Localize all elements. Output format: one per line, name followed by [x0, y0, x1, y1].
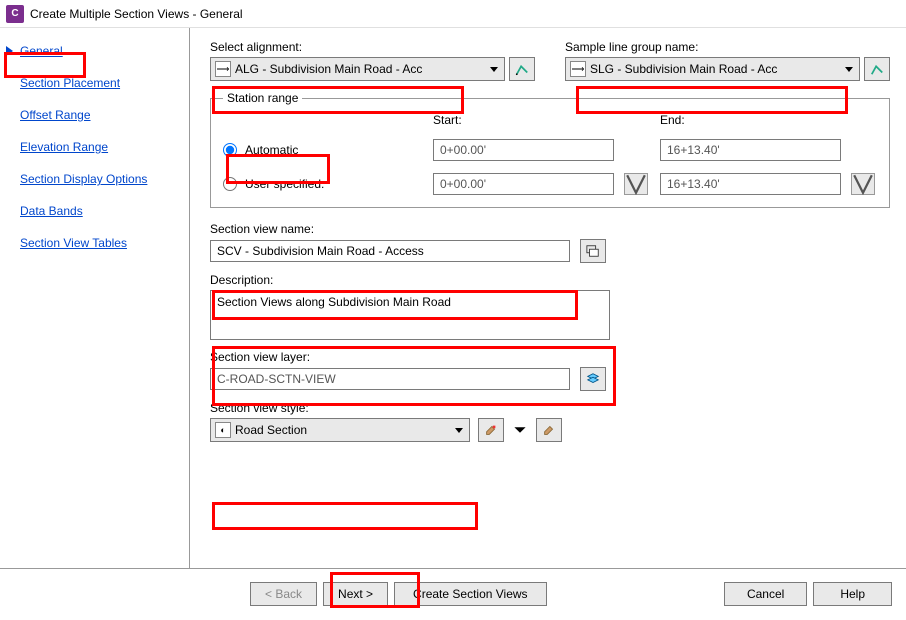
alignment-icon: ⟶ [215, 61, 231, 77]
wizard-sidebar: General Section Placement Offset Range E… [0, 28, 190, 568]
section-view-style-label: Section view style: [210, 401, 890, 415]
nav-general[interactable]: General [4, 38, 189, 64]
station-range-legend: Station range [223, 91, 302, 105]
cancel-button[interactable]: Cancel [724, 582, 807, 606]
titlebar: C Create Multiple Section Views - Genera… [0, 0, 906, 28]
alignment-pick-button[interactable] [509, 57, 535, 81]
nav-offset-range[interactable]: Offset Range [4, 102, 189, 128]
end-auto-field [660, 139, 841, 161]
section-view-name-input[interactable] [210, 240, 570, 262]
sample-line-dropdown[interactable]: ⟶ SLG - Subdivision Main Road - Acc [565, 57, 860, 81]
style-preview-button[interactable] [536, 418, 562, 442]
nav-section-view-tables[interactable]: Section View Tables [4, 230, 189, 256]
alignment-dropdown[interactable]: ⟶ ALG - Subdivision Main Road - Acc [210, 57, 505, 81]
window-title: Create Multiple Section Views - General [30, 7, 243, 21]
description-label: Description: [210, 273, 890, 287]
start-auto-field [433, 139, 614, 161]
style-edit-dropdown-icon[interactable] [512, 418, 528, 442]
next-button[interactable]: Next > [323, 582, 388, 606]
style-edit-button[interactable] [478, 418, 504, 442]
section-view-layer-button[interactable] [580, 367, 606, 391]
alignment-value: ALG - Subdivision Main Road - Acc [235, 62, 500, 76]
nav-elevation-range[interactable]: Elevation Range [4, 134, 189, 160]
content-panel: Select alignment: ⟶ ALG - Subdivision Ma… [190, 28, 906, 568]
radio-automatic-label: Automatic [245, 143, 298, 157]
nav-section-display-options[interactable]: Section Display Options [4, 166, 189, 192]
section-view-layer-input[interactable] [210, 368, 570, 390]
help-button[interactable]: Help [813, 582, 892, 606]
nav-data-bands[interactable]: Data Bands [4, 198, 189, 224]
start-label: Start: [433, 113, 614, 127]
description-input[interactable] [210, 290, 610, 340]
station-range-group: Station range Start: End: Automatic User… [210, 91, 890, 208]
start-user-field [433, 173, 614, 195]
section-view-name-label: Section view name: [210, 222, 890, 236]
end-user-field [660, 173, 841, 195]
radio-user-specified-label: User specified: [245, 177, 324, 191]
pick-end-station-button[interactable] [851, 173, 875, 195]
nav-section-placement[interactable]: Section Placement [4, 70, 189, 96]
sample-line-label: Sample line group name: [565, 40, 890, 54]
section-view-layer-label: Section view layer: [210, 350, 890, 364]
style-value: Road Section [235, 423, 465, 437]
radio-user-specified[interactable] [223, 177, 237, 191]
section-view-name-template-button[interactable] [580, 239, 606, 263]
app-icon: C [6, 5, 24, 23]
pick-start-station-button[interactable] [624, 173, 648, 195]
radio-automatic[interactable] [223, 143, 237, 157]
end-label: End: [660, 113, 841, 127]
sample-line-value: SLG - Subdivision Main Road - Acc [590, 62, 855, 76]
back-button: < Back [250, 582, 317, 606]
style-icon: ◐ [215, 422, 231, 438]
sample-line-icon: ⟶ [570, 61, 586, 77]
sample-line-pick-button[interactable] [864, 57, 890, 81]
alignment-label: Select alignment: [210, 40, 535, 54]
create-section-views-button[interactable]: Create Section Views [394, 582, 547, 606]
section-view-style-dropdown[interactable]: ◐ Road Section [210, 418, 470, 442]
wizard-footer: < Back Next > Create Section Views Cance… [0, 568, 906, 618]
